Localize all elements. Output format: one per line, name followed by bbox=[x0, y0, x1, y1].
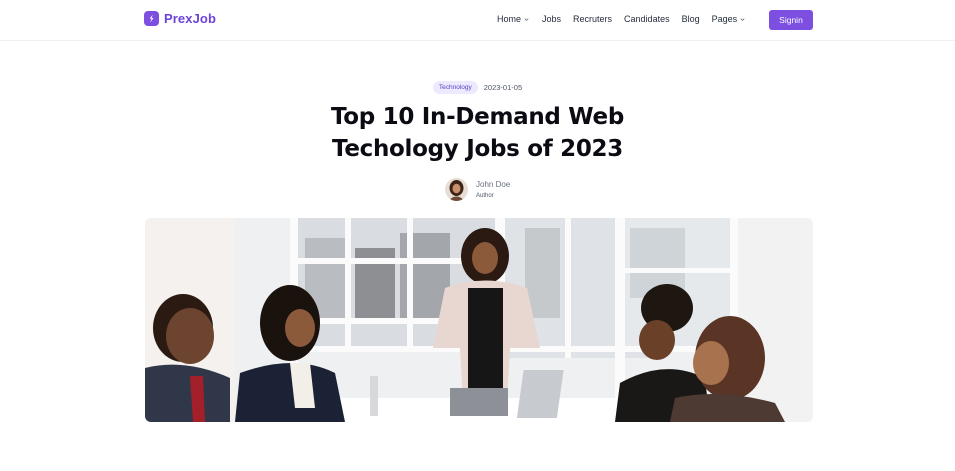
author-block: John Doe Author bbox=[445, 178, 510, 201]
nav-item-recruters[interactable]: Recruters bbox=[573, 14, 612, 24]
category-badge[interactable]: Technology bbox=[432, 81, 478, 94]
logo-icon bbox=[144, 11, 159, 26]
post-title: Top 10 In-Demand Web Techology Jobs of 2… bbox=[0, 101, 955, 165]
nav-item-label: Jobs bbox=[542, 14, 562, 24]
nav-item-label: Candidates bbox=[624, 14, 670, 24]
nav-item-blog[interactable]: Blog bbox=[682, 14, 700, 24]
main-nav: Home Jobs Recruters Candidates Blog Page… bbox=[497, 14, 758, 24]
post-meta: Technology 2023-01-05 bbox=[0, 81, 955, 94]
nav-item-label: Home bbox=[497, 14, 522, 24]
post-title-line-1: Top 10 In-Demand Web bbox=[330, 104, 625, 130]
nav-item-candidates[interactable]: Candidates bbox=[624, 14, 670, 24]
nav-item-jobs[interactable]: Jobs bbox=[542, 14, 561, 24]
nav-item-label: Blog bbox=[681, 14, 700, 24]
nav-item-home[interactable]: Home bbox=[497, 14, 530, 24]
brand-logo[interactable]: PrexJob bbox=[144, 11, 216, 26]
nav-item-label: Pages bbox=[711, 14, 738, 24]
nav-item-pages[interactable]: Pages bbox=[712, 14, 747, 24]
chevron-down-icon bbox=[740, 17, 745, 21]
nav-item-label: Recruters bbox=[573, 14, 613, 24]
avatar bbox=[445, 178, 468, 201]
post-title-line-2: Techology Jobs of 2023 bbox=[332, 136, 623, 162]
site-header: PrexJob Home Jobs Recruters Candidates B… bbox=[0, 0, 955, 41]
brand-name: PrexJob bbox=[164, 11, 217, 26]
author-name: John Doe bbox=[476, 180, 511, 189]
hero-image bbox=[145, 218, 813, 422]
post-date: 2023-01-05 bbox=[483, 83, 523, 92]
author-role: Author bbox=[476, 193, 494, 199]
chevron-down-icon bbox=[524, 17, 529, 21]
signin-button[interactable]: Signin bbox=[769, 10, 813, 30]
